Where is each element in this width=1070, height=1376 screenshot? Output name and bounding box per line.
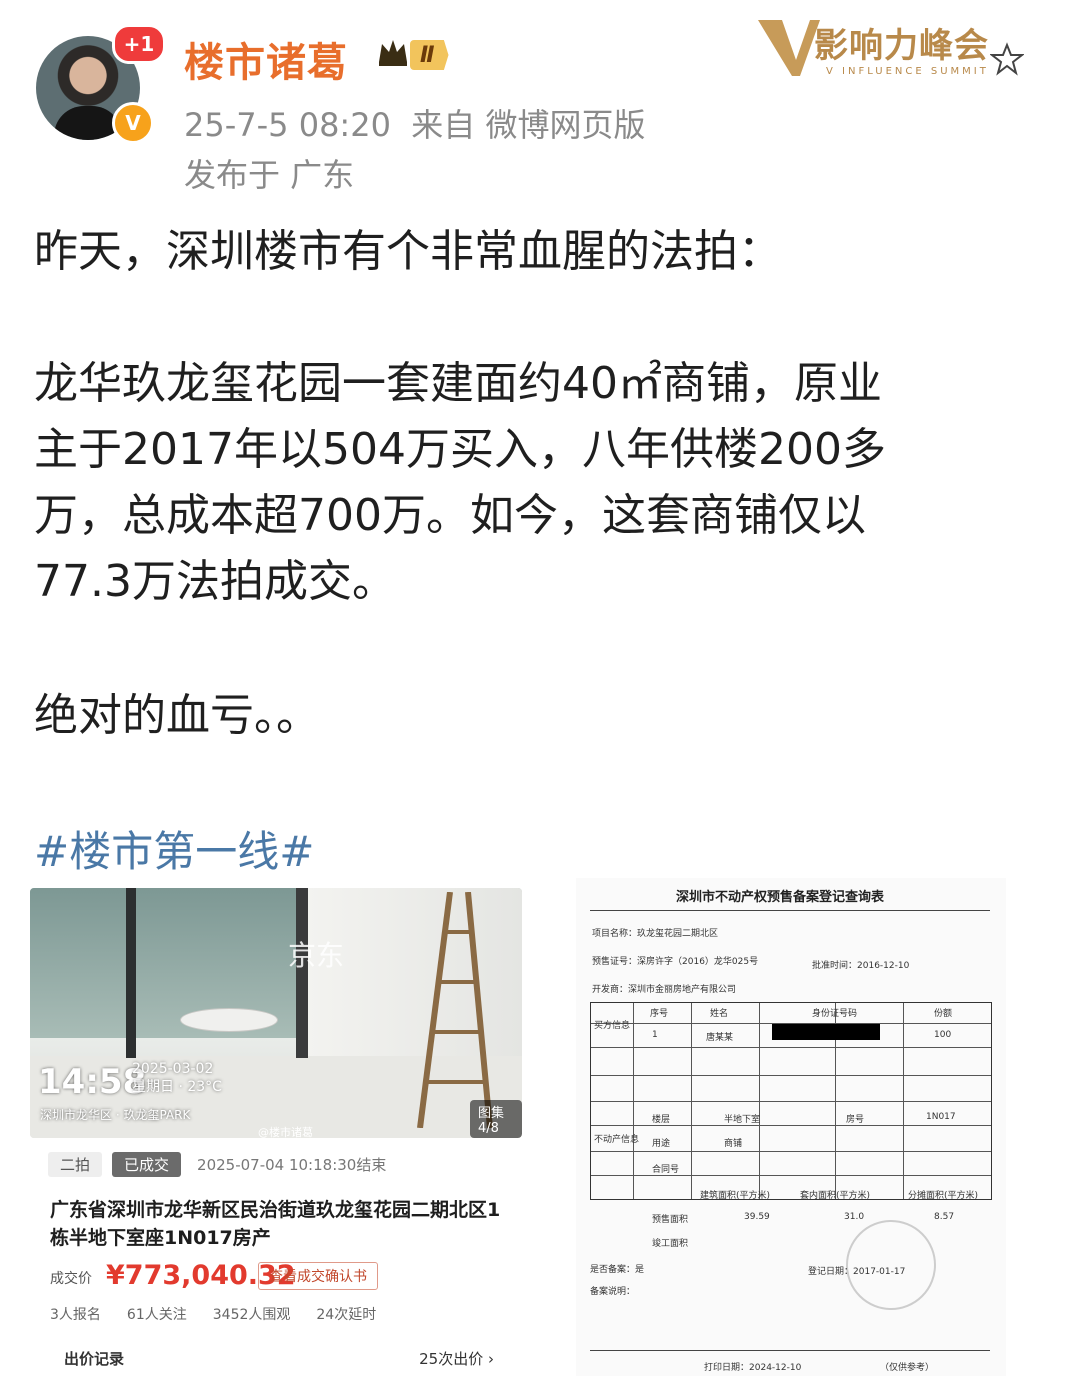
doc-record-date: 登记日期：2017-01-17 <box>808 1267 906 1277</box>
doc-print-date: 打印日期：2024-12-10 <box>704 1363 802 1373</box>
stat-viewers: 3452人围观 <box>212 1307 291 1323</box>
doc-row-name: 唐某某 <box>706 1033 734 1043</box>
doc-row-no: 1 <box>652 1030 658 1040</box>
property-address[interactable]: 广东省深圳市龙华新区民治街道玖龙玺花园二期北区1栋半地下室座1N017房产 <box>50 1196 506 1252</box>
doc-complete-label: 竣工面积 <box>652 1239 689 1249</box>
hashtag-link[interactable]: #楼市第一线# <box>34 818 314 879</box>
doc-developer: 开发商：深圳市金丽房地产有限公司 <box>592 985 737 995</box>
document-rule <box>590 910 990 911</box>
post-source: 来自 微博网页版 <box>411 106 646 144</box>
doc-use-label: 用途 <box>652 1139 671 1149</box>
doc-property-label: 不动产信息 <box>594 1135 640 1145</box>
summit-logo-title: 影响力峰会 <box>814 26 989 66</box>
photo-watermark: 京东 <box>288 939 345 972</box>
auction-end-time: 2025-07-04 10:18:30结束 <box>197 1156 387 1174</box>
stat-extensions: 24次延时 <box>316 1307 377 1323</box>
property-photo[interactable]: 京东 14:58 2025-03-02 星期日 · 23°C 深圳市龙华区 · … <box>30 888 522 1138</box>
doc-permit: 预售证号：深房许字（2016）龙华025号 <box>592 957 759 967</box>
doc-inner-area-label: 套内面积(平方米) <box>800 1191 871 1201</box>
doc-note-label: 备案说明： <box>590 1287 636 1297</box>
post-line-2d: 77.3万法拍成交。 <box>34 556 396 607</box>
auction-status-tag: 已成交 <box>112 1152 182 1177</box>
bid-record-label: 出价记录 <box>64 1350 125 1368</box>
doc-mortgage-label: 是否备案：是 <box>590 1265 645 1275</box>
doc-col-name: 姓名 <box>710 1009 729 1019</box>
post-location: 发布于 广东 <box>184 156 355 194</box>
username[interactable]: 楼市诸葛 <box>184 30 348 88</box>
auction-stats: 3人报名 61人关注 3452人围观 24次延时 <box>50 1304 376 1324</box>
doc-date: 批准时间：2016-12-10 <box>812 961 910 971</box>
doc-col-id: 身份证号码 <box>812 1009 858 1019</box>
bid-record-row[interactable]: 出价记录 25次出价 › <box>64 1348 494 1369</box>
ladder-image <box>417 892 493 1128</box>
post-line-2a: 龙华玖龙玺花园一套建面约40㎡商铺，原业 <box>34 358 882 409</box>
redaction-bar <box>772 1024 880 1040</box>
photo-date-block: 2025-03-02 星期日 · 23°C <box>132 1060 222 1096</box>
post-line-2b: 主于2017年以504万买入，八年供楼200多 <box>34 424 886 475</box>
doc-project: 项目名称：玖龙玺花园二期北区 <box>592 929 719 939</box>
post-paragraph-3: 绝对的血亏。。 <box>34 690 320 741</box>
doc-shared-area-label: 分摊面积(平方米) <box>908 1191 979 1201</box>
photo-weather: 星期日 · 23°C <box>132 1079 222 1095</box>
doc-room-label: 房号 <box>846 1115 865 1125</box>
star-icon[interactable] <box>990 42 1024 76</box>
photo-date: 2025-03-02 <box>132 1061 214 1077</box>
doc-print-note: （仅供参考） <box>880 1363 935 1373</box>
doc-use-value: 商铺 <box>724 1139 743 1149</box>
doc-area-value: 39.59 <box>744 1212 770 1222</box>
stat-registered: 3人报名 <box>50 1307 101 1323</box>
doc-contract-label: 合同号 <box>652 1165 680 1175</box>
level-badge: Ⅱ <box>410 40 449 70</box>
document-bottom-rule <box>590 1350 990 1351</box>
bid-count-link[interactable]: 25次出价 › <box>419 1348 494 1369</box>
crown-icon <box>379 40 407 66</box>
photo-place: 深圳市龙华区 · 玖龙玺PARK <box>40 1108 191 1122</box>
gallery-counter[interactable]: 图集4/8 <box>470 1100 522 1138</box>
notification-badge: +1 <box>112 24 166 64</box>
post-paragraph-1: 昨天，深圳楼市有个非常血腥的法拍： <box>34 226 782 277</box>
doc-area-label: 建筑面积(平方米) <box>700 1191 771 1201</box>
price-label: 成交价 <box>50 1271 92 1287</box>
verified-v-icon: V <box>112 102 154 144</box>
document-title: 深圳市不动产权预售备案登记查询表 <box>676 890 885 905</box>
doc-buyer-label: 买方信息 <box>594 1021 631 1031</box>
view-confirmation-button[interactable]: 查看成交确认书 <box>258 1262 378 1290</box>
doc-inner-value: 31.0 <box>844 1212 865 1222</box>
doc-shared-value: 8.57 <box>934 1212 955 1222</box>
photo-time: 14:58 <box>38 1062 147 1102</box>
doc-floor-label: 楼层 <box>652 1115 671 1125</box>
post-meta: 25-7-5 08:20 来自 微博网页版 <box>184 100 645 146</box>
doc-row-share: 100 <box>934 1030 952 1040</box>
doc-room-value: 1N017 <box>926 1112 956 1122</box>
doc-col-share: 份额 <box>934 1009 953 1019</box>
doc-floor-value: 半地下室 <box>724 1115 761 1125</box>
timestamp[interactable]: 25-7-5 08:20 <box>184 106 391 144</box>
stat-followers: 61人关注 <box>126 1307 187 1323</box>
doc-col-no: 序号 <box>650 1009 669 1019</box>
photo-credit: @楼市诸葛 <box>258 1126 313 1138</box>
post-line-2c: 万，总成本超700万。如今，这套商铺仅以 <box>34 490 866 541</box>
doc-presale-label: 预售面积 <box>652 1215 689 1225</box>
auction-round-tag: 二拍 <box>48 1152 103 1177</box>
auction-tag-row: 二拍 已成交 2025-07-04 10:18:30结束 <box>48 1152 386 1177</box>
summit-logo-subtitle: V INFLUENCE SUMMIT <box>826 66 989 77</box>
